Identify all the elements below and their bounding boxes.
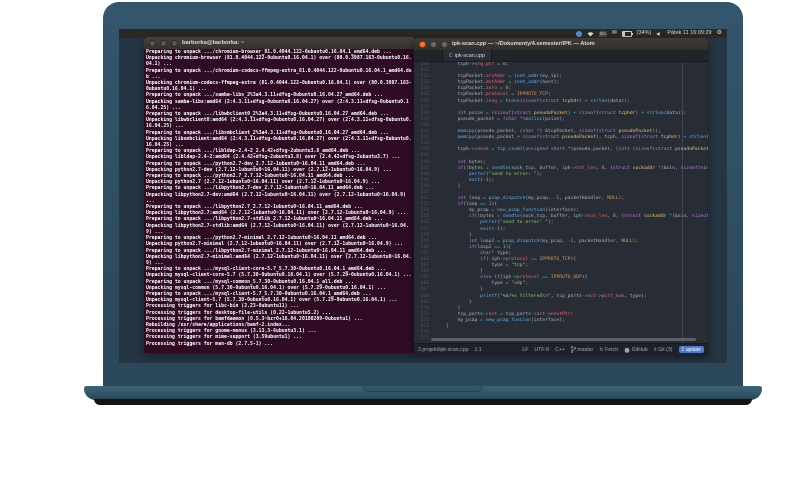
status-fetch[interactable]: ↻ Fetch	[599, 347, 618, 353]
github-icon	[624, 346, 630, 353]
status-encoding[interactable]: UTF-8	[534, 347, 549, 353]
laptop-lid-notch	[363, 386, 483, 392]
cpp-file-icon: C	[449, 52, 453, 59]
battery-percent: (34%)	[636, 30, 652, 36]
system-tray: En ✉ (34%) Pátek 11 16:09:29 ⚙	[576, 29, 722, 38]
terminal-minimize-button[interactable]	[160, 39, 167, 47]
tab-ipk-scan-cpp[interactable]: C ipk-scan.cpp	[442, 50, 492, 61]
tab-label: ipk-scan.cpp	[454, 52, 485, 59]
status-branch[interactable]: master	[570, 346, 593, 353]
terminal-body[interactable]: Preparing to unpack .../chromium-browser…	[144, 49, 416, 353]
desktop: En ✉ (34%) Pátek 11 16:09:29 ⚙ barborka@…	[119, 29, 727, 363]
atom-window: ipk-scan.cpp — ~/Dokumenty/4.semester/IP…	[414, 38, 708, 355]
update-badge[interactable]: 1 update	[678, 346, 704, 353]
editor-code[interactable]: tcph->urg_ptr = 0; tcpPacket.srcAddr = i…	[432, 62, 708, 343]
git-branch-icon	[570, 346, 576, 353]
status-git-changes[interactable]: ± Git (3)	[654, 347, 673, 353]
wrap-guide	[682, 62, 683, 343]
wifi-icon[interactable]	[587, 31, 594, 37]
terminal-window: barborka@barborka: ~ Preparing to unpack…	[144, 37, 416, 353]
keyboard-layout-indicator[interactable]: En	[599, 30, 607, 37]
terminal-output: Preparing to unpack .../chromium-browser…	[146, 50, 412, 347]
app-indicator-icon[interactable]	[576, 30, 583, 37]
git-diff-icon: ±	[653, 346, 657, 353]
laptop-base	[84, 386, 762, 400]
status-file-path[interactable]: 2.projekt/ipk-scan.cpp	[418, 347, 468, 353]
status-cursor-position[interactable]: 1:1	[474, 347, 481, 353]
status-line-ending[interactable]: LF	[522, 347, 528, 353]
atom-tab-bar: C ipk-scan.cpp	[414, 50, 708, 62]
page: En ✉ (34%) Pátek 11 16:09:29 ⚙ barborka@…	[0, 0, 800, 477]
editor-gutter[interactable]: 530 531 532 533 534 535 536 537 538 539 540 541 542 5…	[414, 62, 432, 343]
terminal-close-button[interactable]	[149, 39, 156, 47]
terminal-maximize-button[interactable]	[171, 39, 178, 47]
session-gear-icon[interactable]: ⚙	[717, 29, 722, 38]
atom-minimize-button[interactable]	[430, 40, 437, 48]
laptop-screen-shell: En ✉ (34%) Pátek 11 16:09:29 ⚙ barborka@…	[103, 2, 743, 386]
terminal-titlebar[interactable]: barborka@barborka: ~	[144, 37, 416, 49]
volume-icon[interactable]	[656, 31, 662, 37]
panel-clock[interactable]: Pátek 11 16:09:29	[667, 29, 711, 38]
status-grammar[interactable]: C++	[555, 347, 565, 353]
atom-window-title: ipk-scan.cpp — ~/Dokumenty/4.semester/IP…	[452, 41, 595, 47]
atom-maximize-button[interactable]	[441, 40, 448, 48]
editor-pane[interactable]: 530 531 532 533 534 535 536 537 538 539 540 541 542 5…	[414, 62, 708, 343]
atom-close-button[interactable]	[419, 40, 426, 48]
horizontal-scrollbar[interactable]	[431, 338, 696, 341]
atom-status-bar: 2.projekt/ipk-scan.cpp 1:1 LF UTF-8 C++	[414, 343, 708, 355]
laptop-bottom-edge	[94, 399, 752, 405]
battery-icon[interactable]	[621, 30, 633, 37]
atom-titlebar[interactable]: ipk-scan.cpp — ~/Dokumenty/4.semester/IP…	[414, 38, 708, 50]
fetch-icon: ↻	[599, 346, 604, 353]
status-github[interactable]: GitHub	[624, 347, 648, 353]
terminal-title: barborka@barborka: ~	[182, 40, 245, 46]
mail-icon[interactable]: ✉	[612, 29, 617, 38]
